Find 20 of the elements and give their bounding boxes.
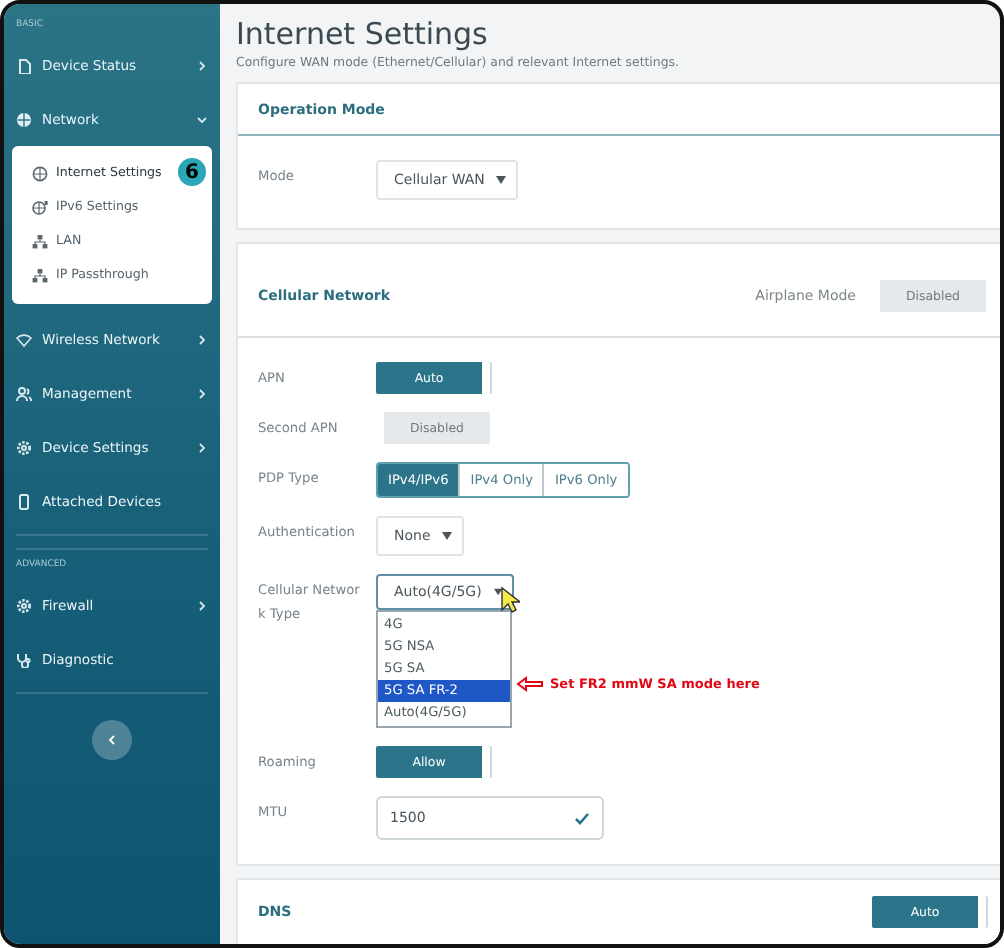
stethoscope-icon (16, 651, 32, 667)
cursor-icon (500, 586, 520, 614)
caret-down-icon (496, 176, 507, 184)
people-icon (16, 385, 32, 401)
chevron-left-icon (106, 734, 118, 746)
network-icon (32, 233, 48, 249)
document-icon (16, 57, 32, 73)
gear-icon (16, 597, 32, 613)
network-icon (32, 267, 48, 283)
page-title: Internet Settings (236, 16, 490, 52)
caret-down-icon (442, 532, 453, 540)
arrow-left-icon (516, 676, 544, 692)
globe-icon (32, 165, 48, 181)
step-badge: 6 (178, 158, 206, 186)
phone-icon (16, 493, 32, 509)
globe-icon (16, 111, 32, 127)
gear-icon (16, 439, 32, 455)
collapse-button[interactable] (92, 720, 132, 760)
wifi-icon (16, 331, 32, 347)
globe-icon (32, 199, 48, 215)
